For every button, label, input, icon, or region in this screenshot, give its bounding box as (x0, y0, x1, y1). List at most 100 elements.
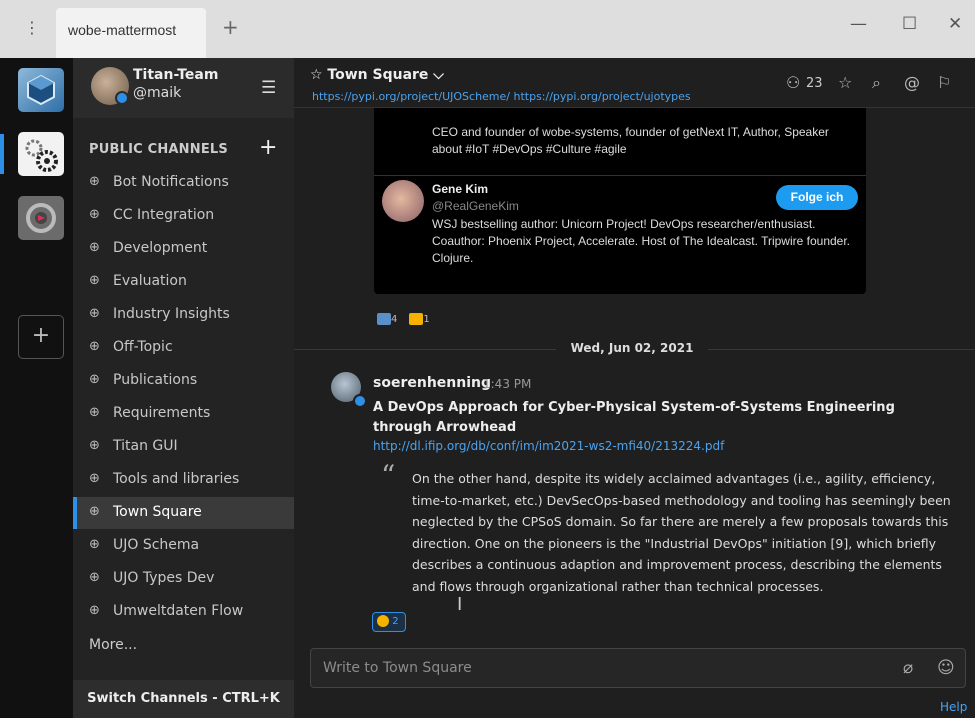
active-team-indicator (0, 134, 4, 174)
globe-icon: ⊕ (89, 372, 100, 387)
divider (374, 175, 866, 176)
follow-button[interactable]: Folge ich (776, 185, 858, 210)
close-button[interactable]: ✕ (948, 14, 962, 34)
sidebar-item-label: Evaluation (113, 273, 187, 289)
channel-sidebar: Titan-Team @maik ☰ PUBLIC CHANNELS + ⊕ Bo… (73, 58, 294, 718)
team-sidebar: + (0, 58, 73, 718)
message-composer: ⌀ ☺ (310, 648, 966, 688)
members-icon[interactable]: ⚇ (786, 73, 800, 92)
sidebar-item-label: UJO Types Dev (113, 570, 215, 586)
mention-icon[interactable]: @ (904, 73, 920, 92)
main-content: ☆ Town Square ⌵ https://pypi.org/project… (294, 58, 975, 718)
tweet-user-handle: @RealGeneKim (432, 199, 519, 213)
globe-icon: ⊕ (89, 603, 100, 618)
globe-icon: ⊕ (89, 339, 100, 354)
tweet-embed-card: CEO and founder of wobe-systems, founder… (374, 108, 866, 294)
attachment-icon[interactable]: ⌀ (903, 658, 913, 678)
reaction-count: 4 (391, 314, 398, 325)
sidebar-item-label: Tools and libraries (113, 471, 240, 487)
tweet-prev-bio: CEO and founder of wobe-systems, founder… (432, 125, 829, 156)
reaction-list: 41 (373, 307, 438, 329)
user-name: @maik (133, 85, 182, 101)
globe-icon: ⊕ (89, 504, 100, 519)
globe-icon: ⊕ (89, 240, 100, 255)
reaction-cool[interactable]: 4 (373, 310, 401, 330)
reaction-sunglasses[interactable]: 2 (372, 612, 406, 632)
sidebar-item-town-square[interactable]: ⊕ Town Square (73, 497, 294, 529)
sidebar-item-umweltdaten-flow[interactable]: ⊕ Umweltdaten Flow (73, 596, 294, 628)
sidebar-item-evaluation[interactable]: ⊕ Evaluation (73, 266, 294, 298)
minimize-button[interactable]: — (850, 14, 867, 34)
sidebar-item-label: Umweltdaten Flow (113, 603, 244, 619)
sidebar-item-label: Development (113, 240, 208, 256)
browser-tab-bar: ⋮ wobe-mattermost + — ☐ ✕ (0, 0, 975, 58)
reaction-thumbsup[interactable]: 1 (405, 310, 433, 330)
post-time[interactable]: 1:43 PM (483, 377, 531, 391)
sidebar-item-label: Industry Insights (113, 306, 230, 322)
target-logo-icon (26, 203, 56, 233)
search-icon[interactable]: ⌕ (872, 73, 881, 93)
flag-icon[interactable]: ⚐ (937, 73, 951, 92)
add-channel-button[interactable]: + (259, 135, 277, 160)
verified-check-icon (115, 91, 129, 105)
post-title: A DevOps Approach for Cyber-Physical Sys… (373, 400, 895, 435)
cool-emoji-icon (377, 313, 391, 325)
switch-channels-button[interactable]: Switch Channels - CTRL+K (73, 680, 294, 718)
hamburger-menu-icon[interactable]: ☰ (261, 78, 276, 98)
text-cursor-icon: I (457, 594, 463, 615)
team-icon-titan[interactable] (18, 132, 64, 176)
thumbsup-emoji-icon (409, 313, 424, 325)
menu-kebab-icon[interactable]: ⋮ (24, 18, 40, 37)
sidebar-item-industry-insights[interactable]: ⊕ Industry Insights (73, 299, 294, 331)
maximize-button[interactable]: ☐ (902, 14, 917, 34)
more-channels-link[interactable]: More... (89, 637, 137, 653)
section-title-public-channels: PUBLIC CHANNELS (89, 142, 228, 157)
sidebar-item-label: Requirements (113, 405, 211, 421)
globe-icon: ⊕ (89, 471, 100, 486)
pin-icon[interactable]: ☆ (838, 73, 852, 92)
sidebar-item-titan-gui[interactable]: ⊕ Titan GUI (73, 431, 294, 463)
sunglasses-emoji-icon (377, 615, 389, 627)
team-icon-wobe[interactable] (18, 68, 64, 112)
gears-icon (25, 139, 58, 172)
globe-icon: ⊕ (89, 306, 100, 321)
sidebar-item-development[interactable]: ⊕ Development (73, 233, 294, 265)
sidebar-item-ujo-types-dev[interactable]: ⊕ UJO Types Dev (73, 563, 294, 595)
sidebar-item-publications[interactable]: ⊕ Publications (73, 365, 294, 397)
sidebar-item-label: Bot Notifications (113, 174, 229, 190)
add-team-button[interactable]: + (18, 315, 64, 359)
avatar (382, 180, 424, 222)
verified-check-icon (353, 394, 367, 408)
sidebar-item-label: Titan GUI (113, 438, 178, 454)
team-name: Titan-Team (133, 67, 219, 83)
sidebar-header: Titan-Team @maik ☰ (73, 58, 294, 118)
sidebar-item-requirements[interactable]: ⊕ Requirements (73, 398, 294, 430)
tab-title: wobe-mattermost (68, 22, 177, 38)
sidebar-item-bot-notifications[interactable]: ⊕ Bot Notifications (73, 167, 294, 199)
sidebar-item-cc-integration[interactable]: ⊕ CC Integration (73, 200, 294, 232)
emoji-picker-icon[interactable]: ☺ (937, 658, 955, 678)
reaction-count: 1 (423, 314, 430, 325)
globe-icon: ⊕ (89, 174, 100, 189)
sidebar-item-tools-and-libraries[interactable]: ⊕ Tools and libraries (73, 464, 294, 496)
sidebar-item-label: Off-Topic (113, 339, 173, 355)
team-icon-third[interactable] (18, 196, 64, 240)
sidebar-item-ujo-schema[interactable]: ⊕ UJO Schema (73, 530, 294, 562)
help-link[interactable]: Help (940, 700, 967, 714)
post-author[interactable]: soerenhenning (373, 375, 491, 391)
message-input[interactable] (311, 649, 881, 687)
tweet-user-bio: WSJ bestselling author: Unicorn Project!… (432, 217, 851, 265)
channel-purpose[interactable]: https://pypi.org/project/UJOScheme/ http… (312, 90, 691, 103)
globe-icon: ⊕ (89, 273, 100, 288)
tweet-user-name: Gene Kim (432, 182, 489, 196)
tab-wobe-mattermost[interactable]: wobe-mattermost (56, 8, 206, 58)
globe-icon: ⊕ (89, 438, 100, 453)
sidebar-item-off-topic[interactable]: ⊕ Off-Topic (73, 332, 294, 364)
post-link[interactable]: http://dl.ifip.org/db/conf/im/im2021-ws2… (373, 439, 724, 453)
globe-icon: ⊕ (89, 570, 100, 585)
new-tab-button[interactable]: + (222, 15, 239, 39)
globe-icon: ⊕ (89, 405, 100, 420)
post-quote: On the other hand, despite its widely ac… (412, 471, 951, 594)
member-count[interactable]: 23 (806, 76, 823, 91)
channel-title[interactable]: ☆ Town Square ⌵ (310, 67, 444, 83)
